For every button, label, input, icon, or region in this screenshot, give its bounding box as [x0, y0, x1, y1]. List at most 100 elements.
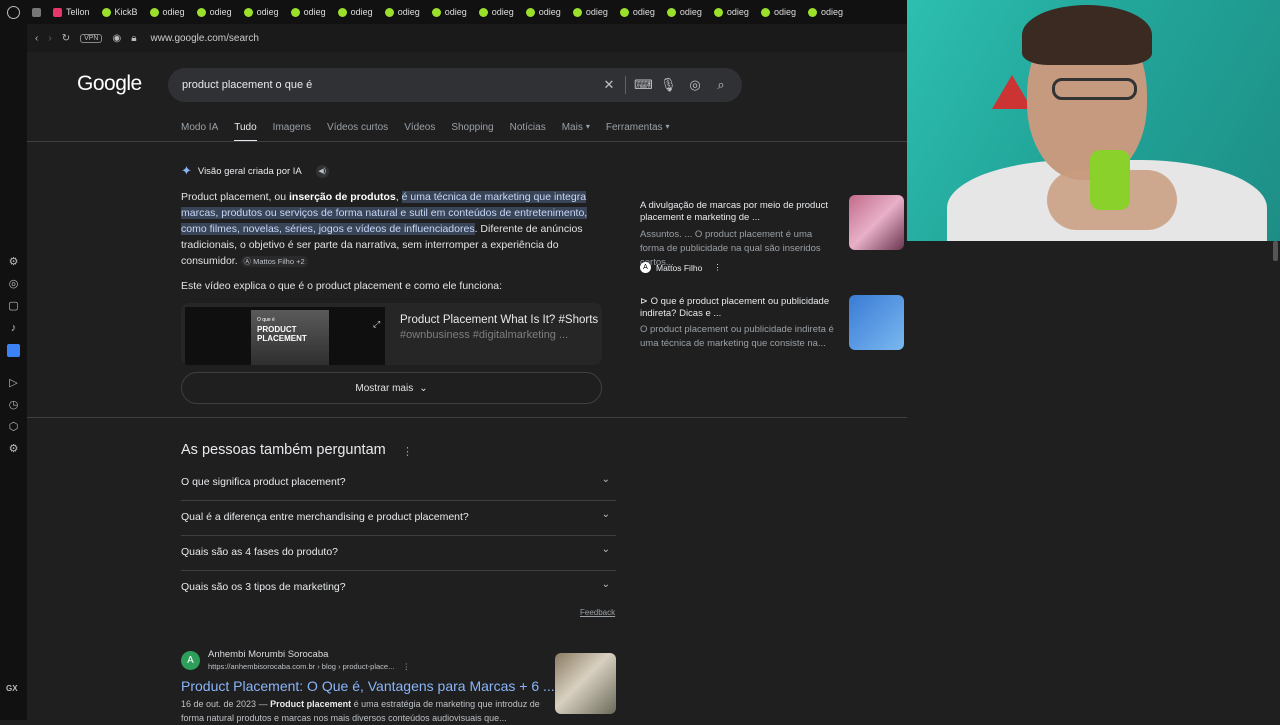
- result-site-name[interactable]: Anhembi Morumbi Sorocaba: [208, 649, 328, 660]
- tab-modo-ia[interactable]: Modo IA: [181, 122, 218, 142]
- chevron-down-icon[interactable]: ⌄: [602, 509, 610, 520]
- more-vert-icon[interactable]: ⋮: [402, 445, 413, 458]
- search-box[interactable]: product placement o que é ✕ ⌨ 🎙︎ ◎ ⌕: [168, 68, 742, 102]
- tab-tudo[interactable]: Tudo: [234, 122, 257, 142]
- tab-favicon-icon: [713, 7, 723, 17]
- result-thumbnail[interactable]: [555, 653, 616, 714]
- site-favicon[interactable]: A: [181, 651, 200, 670]
- result-title-link[interactable]: Product Placement: O Que é, Vantagens pa…: [181, 678, 555, 694]
- forward-icon[interactable]: ›: [48, 33, 51, 44]
- sidebar-chatgpt-icon[interactable]: ⚙: [7, 256, 20, 269]
- video-thumbnail-small: O que é: [257, 317, 275, 323]
- source-card-image[interactable]: [849, 195, 904, 250]
- browser-tab[interactable]: odieg: [614, 0, 661, 24]
- lens-icon[interactable]: ◎: [687, 77, 703, 93]
- paa-question[interactable]: Qual é a diferença entre merchandising e…: [181, 501, 616, 536]
- browser-tab[interactable]: odieg: [144, 0, 191, 24]
- more-vert-icon[interactable]: ⋮: [713, 262, 722, 273]
- address-bar[interactable]: www.google.com/search: [151, 33, 259, 44]
- browser-tab[interactable]: odieg: [755, 0, 802, 24]
- tab-label: odieg: [726, 7, 749, 17]
- sidebar-whatsapp-icon[interactable]: ◎: [7, 278, 20, 291]
- dropdown-caret-icon[interactable]: ▾: [586, 122, 590, 142]
- tab-shopping[interactable]: Shopping: [451, 122, 493, 142]
- sidebar-tiktok-icon[interactable]: ♪: [7, 322, 20, 335]
- browser-tab[interactable]: odieg: [802, 0, 849, 24]
- browser-tab[interactable]: Tellon: [47, 0, 96, 24]
- source-card-title[interactable]: A divulgação de marcas por meio de produ…: [640, 200, 835, 224]
- feedback-link[interactable]: Feedback: [580, 608, 615, 617]
- clear-icon[interactable]: ✕: [601, 77, 617, 93]
- tab-notícias[interactable]: Notícias: [510, 122, 546, 142]
- source-chip[interactable]: Ⓐ Mattos Filho +2: [240, 256, 308, 267]
- lock-icon[interactable]: 🔒︎: [131, 33, 136, 44]
- browser-tab[interactable]: odieg: [708, 0, 755, 24]
- sidebar-history-icon[interactable]: ◷: [7, 399, 20, 412]
- browser-tab[interactable]: odieg: [332, 0, 379, 24]
- chevron-down-icon[interactable]: ⌄: [602, 544, 610, 555]
- tab-label: odieg: [209, 7, 232, 17]
- browser-tab[interactable]: odieg: [238, 0, 285, 24]
- tab-vídeos[interactable]: Vídeos: [404, 122, 435, 142]
- tab-imagens[interactable]: Imagens: [273, 122, 311, 142]
- browser-tab[interactable]: odieg: [191, 0, 238, 24]
- video-thumbnail[interactable]: O que é PRODUCT PLACEMENT ⤢: [185, 307, 385, 365]
- browser-tab[interactable]: odieg: [473, 0, 520, 24]
- search-icon[interactable]: ⌕: [713, 77, 729, 93]
- sidebar-app-icon[interactable]: [7, 344, 20, 357]
- browser-tab[interactable]: odieg: [520, 0, 567, 24]
- sidebar-extensions-icon[interactable]: ⬡: [7, 421, 20, 434]
- ai-overview-title: Visão geral criada por IA: [197, 165, 302, 177]
- source-row[interactable]: A Mattos Filho ⋮: [640, 262, 722, 273]
- search-input[interactable]: product placement o que é: [182, 79, 312, 91]
- paa-question-text: O que significa product placement?: [181, 476, 346, 488]
- tab-vídeos-curtos[interactable]: Vídeos curtos: [327, 122, 388, 142]
- browser-tab[interactable]: KickB: [96, 0, 144, 24]
- browser-tab[interactable]: odieg: [379, 0, 426, 24]
- tab-favicon-icon: [666, 7, 676, 17]
- sidebar-settings-icon[interactable]: ⚙: [7, 443, 20, 456]
- expand-icon[interactable]: ⤢: [373, 319, 380, 330]
- workspace-icon: [32, 7, 41, 17]
- tab-favicon-icon: [290, 7, 300, 17]
- google-logo[interactable]: Google: [77, 72, 142, 96]
- browser-tab[interactable]: odieg: [661, 0, 708, 24]
- tab-favicon-icon: [196, 7, 206, 17]
- video-card[interactable]: O que é PRODUCT PLACEMENT ⤢ Product Place…: [181, 303, 602, 365]
- browser-tab[interactable]: odieg: [567, 0, 614, 24]
- paa-question[interactable]: Quais são as 4 fases do produto? ⌄: [181, 536, 616, 571]
- opera-menu-icon[interactable]: [0, 5, 26, 19]
- more-vert-icon[interactable]: ⋮: [402, 662, 410, 671]
- microphone-icon[interactable]: 🎙︎: [660, 77, 677, 93]
- paa-question[interactable]: Quais são os 3 tipos de marketing? ⌄: [181, 571, 616, 606]
- paa-question-text: Qual é a diferença entre merchandising e…: [181, 511, 469, 523]
- speaker-icon[interactable]: ◀): [315, 164, 329, 178]
- vpn-badge[interactable]: VPN: [80, 33, 103, 43]
- location-icon[interactable]: ◉: [112, 33, 121, 44]
- tab-workspaces[interactable]: [26, 0, 47, 24]
- keyboard-icon[interactable]: ⌨: [634, 77, 653, 93]
- sidebar-instagram-icon[interactable]: ▢: [7, 300, 20, 313]
- paa-question[interactable]: O que significa product placement? ⌄: [181, 466, 616, 501]
- video-title[interactable]: Product Placement What Is It? #Shorts: [400, 314, 598, 326]
- tab-ferramentas[interactable]: Ferramentas: [606, 122, 663, 142]
- source-chip-label: Mattos Filho +2: [253, 257, 305, 266]
- tab-favicon-icon: [807, 7, 817, 17]
- chevron-down-icon[interactable]: ⌄: [602, 579, 610, 590]
- source-card-image[interactable]: [849, 295, 904, 350]
- tab-label: odieg: [538, 7, 561, 17]
- sidebar-send-icon[interactable]: ▷: [7, 377, 20, 390]
- show-more-button[interactable]: Mostrar mais ⌄: [181, 372, 602, 404]
- result-url[interactable]: https://anhembisorocaba.com.br › blog › …: [208, 662, 410, 671]
- chevron-down-icon[interactable]: ⌄: [602, 474, 610, 485]
- tab-label: odieg: [303, 7, 326, 17]
- browser-tab[interactable]: odieg: [426, 0, 473, 24]
- scrollbar[interactable]: [1273, 241, 1278, 261]
- reload-icon[interactable]: ↻: [62, 33, 70, 44]
- dropdown-caret-icon[interactable]: ▾: [666, 122, 670, 142]
- source-card-title[interactable]: ⊳ O que é product placement ou publicida…: [640, 296, 835, 320]
- back-icon[interactable]: ‹: [35, 33, 38, 44]
- tab-mais[interactable]: Mais: [562, 122, 583, 142]
- tab-favicon-icon: [149, 7, 159, 17]
- browser-tab[interactable]: odieg: [285, 0, 332, 24]
